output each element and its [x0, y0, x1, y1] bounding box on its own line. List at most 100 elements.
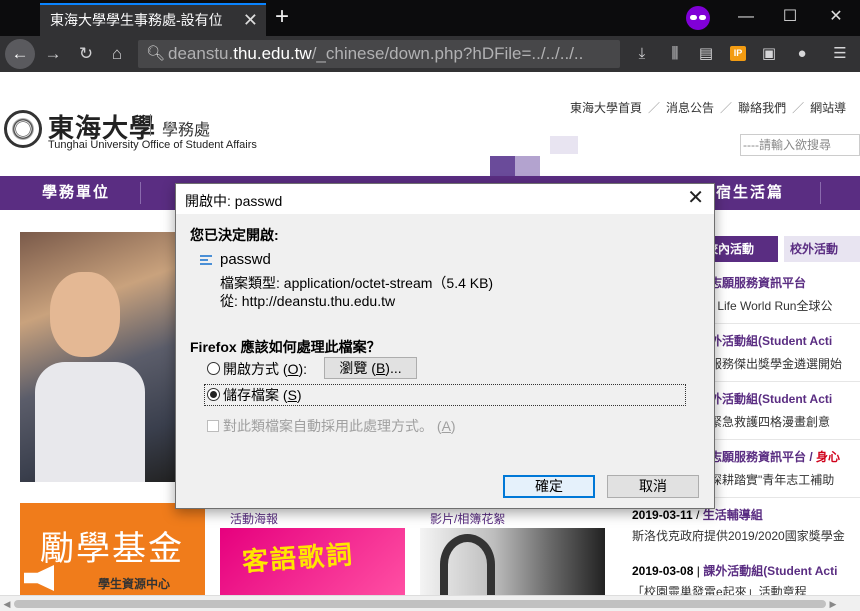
url-path: /_chinese/down.php?hDFile=../../../..: [311, 44, 584, 63]
open-with-radio[interactable]: [207, 362, 220, 375]
menu-item-dorm[interactable]: 宿生活篇: [716, 176, 784, 210]
private-browsing-icon: [686, 6, 710, 30]
auto-handle-label: 對此類檔案自動採用此處理方式。 (A): [223, 416, 456, 436]
top-links: 東海大學首頁／消息公告／聯絡我們／網站導: [570, 101, 847, 115]
news-item[interactable]: 外活動組(Student Acti 緊急救護四格漫畫創意: [710, 390, 860, 430]
scroll-left-icon[interactable]: ◀: [0, 596, 14, 611]
url-host: thu.edu.tw: [233, 44, 312, 63]
news-title: 外活動組(Student Acti: [710, 392, 833, 406]
close-icon[interactable]: ✕: [243, 5, 258, 35]
browser-tab[interactable]: 東海大學學生事務處-設有位 ✕: [40, 3, 266, 36]
label-text: 對此類檔案自動採用此處理方式。 (: [223, 418, 442, 434]
open-with-label[interactable]: 開啟方式 (O):: [223, 359, 307, 379]
label-text: 開啟方式 (: [223, 361, 288, 377]
screenshot-icon[interactable]: ▣: [757, 40, 781, 68]
event-poster[interactable]: 客語歌詞: [220, 528, 405, 595]
scholarship-title: 勵學基金: [40, 530, 184, 568]
headphones-icon: [440, 534, 495, 595]
news-divider: [700, 497, 860, 498]
scholarship-subtitle: 學生資源中心: [98, 577, 171, 591]
activity-tabs: 校內活動 校外活動: [700, 236, 860, 262]
access-key: O: [287, 361, 299, 377]
download-icon[interactable]: ⤓: [630, 40, 654, 68]
hero-photo[interactable]: [20, 232, 175, 482]
menu-icon[interactable]: ☰: [828, 40, 852, 68]
url-bar[interactable]: 🔍︎ deanstu.thu.edu.tw/_chinese/down.php?…: [138, 40, 620, 68]
save-file-label[interactable]: 儲存檔案 (S): [223, 385, 302, 405]
file-source: 從: http://deanstu.thu.edu.tw: [220, 293, 396, 309]
university-seal-icon: [4, 110, 42, 148]
menu-item-units[interactable]: 學務單位: [42, 176, 110, 210]
top-link-home[interactable]: 東海大學首頁: [570, 101, 642, 115]
library-icon[interactable]: ⫼: [663, 40, 687, 68]
scholarship-banner[interactable]: 勵學基金 學生資源中心: [20, 503, 205, 595]
scroll-right-icon[interactable]: ▶: [826, 596, 840, 611]
minimize-button[interactable]: —: [732, 4, 760, 30]
access-key: B: [375, 360, 386, 376]
news-item[interactable]: 志願服務資訊平台 r Life World Run全球公: [710, 274, 860, 314]
reload-icon[interactable]: ↻: [73, 40, 99, 68]
ip-icon[interactable]: IP: [730, 46, 746, 61]
horizontal-scrollbar[interactable]: ◀ ▶: [0, 595, 860, 611]
save-file-radio[interactable]: [207, 388, 220, 401]
new-tab-button[interactable]: +: [271, 3, 293, 31]
close-icon[interactable]: ✕: [687, 187, 704, 209]
site-info-icon[interactable]: 🔍︎: [146, 40, 165, 68]
media-thumbnail[interactable]: [420, 528, 605, 595]
access-key: A: [441, 418, 451, 434]
tab-external-activities[interactable]: 校外活動: [784, 236, 860, 262]
maximize-button[interactable]: ☐: [776, 4, 804, 30]
label-text: ): [450, 418, 456, 434]
dialog-title: 開啟中: passwd: [185, 193, 283, 209]
browse-button[interactable]: 瀏覽 (B)...: [324, 357, 417, 379]
news-title-highlight: 身心: [816, 450, 841, 464]
photo-detail: [35, 362, 145, 482]
decor-block: [490, 156, 515, 176]
poster-label-media[interactable]: 影片/相簿花絮: [430, 510, 505, 527]
decor-block: [515, 156, 540, 176]
news-desc: 服務傑出獎學金遴選開始: [710, 357, 843, 371]
top-link-sitemap[interactable]: 網站導: [810, 101, 846, 115]
news-title: 外活動組(Student Acti: [710, 334, 833, 348]
tab-title: 東海大學學生事務處-設有位: [50, 12, 223, 28]
scrollbar-thumb[interactable]: [14, 600, 826, 608]
news-title: 志願服務資訊平台 / 身心: [710, 448, 860, 465]
extension-icon[interactable]: ●: [790, 40, 814, 68]
site-search-input[interactable]: ----請輸入欲搜尋: [740, 134, 860, 156]
window-close-button[interactable]: ✕: [822, 4, 850, 30]
label-text: 儲存檔案 (: [223, 387, 288, 403]
ok-button[interactable]: 確定: [503, 475, 595, 498]
cancel-button[interactable]: 取消: [607, 475, 699, 498]
megaphone-icon: [24, 565, 54, 591]
tab-strip: 東海大學學生事務處-設有位 ✕ + — ☐ ✕: [0, 0, 860, 36]
news-item[interactable]: 2019-03-08 | 課外活動組(Student Acti: [632, 562, 837, 579]
news-desc: r Life World Run全球公: [710, 299, 833, 313]
back-icon[interactable]: ←: [5, 39, 35, 69]
news-desc: 深耕踏實"青年志工補助: [710, 473, 835, 487]
home-icon[interactable]: ⌂: [104, 40, 130, 68]
open-file-dialog: 開啟中: passwd ✕ 您已決定開啟: passwd 檔案類型: appli…: [175, 183, 715, 509]
news-desc[interactable]: 斯洛伐克政府提供2019/2020國家獎學金: [632, 527, 845, 544]
news-desc[interactable]: 「校園靈巢發電e起來」活動章程: [632, 583, 807, 595]
label-text: )...: [385, 360, 402, 376]
forward-icon[interactable]: →: [40, 40, 66, 68]
news-date: 2019-03-11: [632, 508, 693, 522]
menu-divider: [820, 182, 821, 204]
dialog-titlebar[interactable]: 開啟中: passwd ✕: [176, 184, 714, 214]
news-divider: [700, 381, 860, 382]
news-title: 生活輔導組: [702, 508, 763, 522]
menu-divider: [140, 182, 141, 204]
label-text: ):: [298, 361, 308, 377]
top-link-news[interactable]: 消息公告: [666, 101, 714, 115]
file-type: 檔案類型: application/octet-stream（5.4 KB): [220, 275, 494, 291]
poster-label-events[interactable]: 活動海報: [230, 510, 278, 527]
dialog-heading: 您已決定開啟:: [190, 227, 279, 243]
news-item[interactable]: 志願服務資訊平台 / 身心 深耕踏實"青年志工補助: [710, 448, 860, 488]
reader-icon[interactable]: ▤: [694, 40, 718, 68]
top-link-contact[interactable]: 聯絡我們: [738, 101, 786, 115]
file-name: passwd: [220, 251, 271, 268]
label-text: 瀏覽 (: [339, 360, 376, 376]
news-item[interactable]: 外活動組(Student Acti 服務傑出獎學金遴選開始: [710, 332, 860, 372]
url-prefix: deanstu.: [168, 44, 234, 63]
auto-handle-checkbox[interactable]: [207, 420, 219, 432]
